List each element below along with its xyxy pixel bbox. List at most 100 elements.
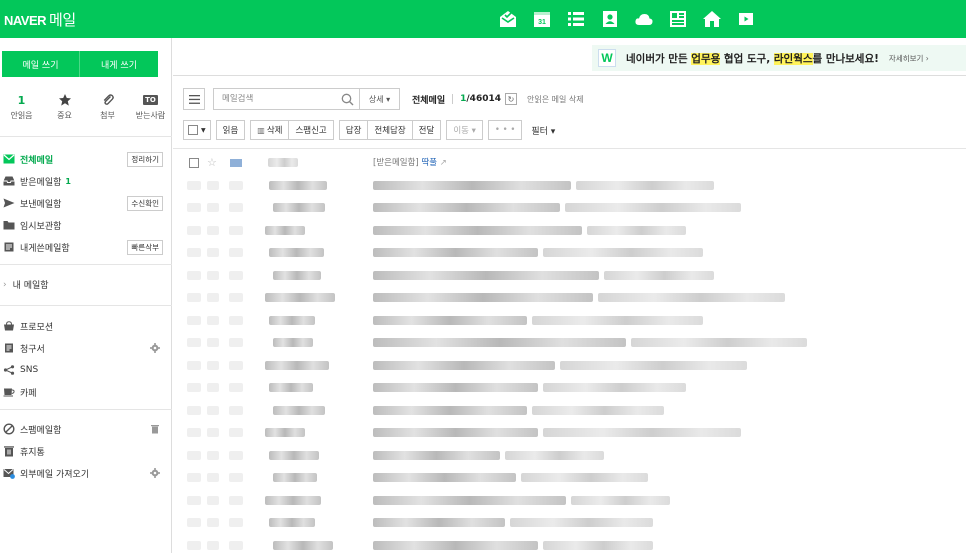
move-dropdown[interactable]: 이동 ▾: [446, 120, 483, 140]
mail-row[interactable]: [173, 422, 966, 444]
star-icon[interactable]: [207, 383, 219, 392]
reply-button[interactable]: 답장: [338, 120, 369, 140]
mail-row[interactable]: [173, 512, 966, 534]
mail-row[interactable]: [173, 377, 966, 399]
quick-unread[interactable]: 1 안읽음: [0, 92, 43, 121]
folder-spam[interactable]: 스팸메일함: [0, 418, 172, 440]
star-icon[interactable]: [207, 360, 219, 370]
folder-drafts[interactable]: 임시보관함: [0, 214, 172, 236]
mail-subject[interactable]: [373, 180, 571, 190]
star-icon[interactable]: [207, 405, 219, 415]
mail-subject[interactable]: [373, 405, 527, 415]
mail-subject[interactable]: [373, 315, 527, 325]
promo-more-link[interactable]: 자세히보기 ›: [889, 53, 929, 64]
naver-mail-logo[interactable]: NAVER 메일: [4, 9, 76, 30]
mark-read-button[interactable]: 읽음: [215, 120, 246, 140]
search-detail-dropdown[interactable]: 상세 ▾: [360, 88, 400, 110]
row-checkbox[interactable]: [187, 360, 201, 370]
mail-row[interactable]: ☆ [받은메일함] 딱풀 ↗: [173, 152, 966, 174]
folder-self[interactable]: 내게쓴메일함 빠른삭부: [0, 236, 172, 258]
star-icon[interactable]: [207, 428, 219, 437]
calendar-app-icon[interactable]: 31: [530, 8, 554, 30]
row-checkbox[interactable]: [189, 158, 199, 168]
row-checkbox[interactable]: [187, 473, 201, 482]
mail-row[interactable]: [173, 332, 966, 354]
row-checkbox[interactable]: [187, 428, 201, 437]
search-input[interactable]: [222, 94, 340, 104]
mail-subject[interactable]: [373, 225, 582, 235]
todo-app-icon[interactable]: [564, 8, 588, 30]
folder-cafe[interactable]: 카페: [0, 381, 172, 403]
mail-row[interactable]: [173, 535, 966, 557]
select-all-checkbox[interactable]: ▼: [183, 120, 211, 140]
mail-row[interactable]: [173, 310, 966, 332]
gear-icon[interactable]: [150, 468, 160, 478]
mail-row[interactable]: [173, 197, 966, 219]
row-checkbox[interactable]: [187, 518, 201, 527]
mail-subject[interactable]: [373, 540, 538, 550]
my-mailbox-toggle[interactable]: › 내 메일함: [3, 278, 49, 292]
mail-row[interactable]: [173, 175, 966, 197]
home-app-icon[interactable]: [700, 8, 724, 30]
star-icon[interactable]: [207, 248, 219, 257]
row-checkbox[interactable]: [187, 270, 201, 280]
mail-subject[interactable]: [373, 495, 566, 505]
write-to-self-button[interactable]: 내게 쓰기: [80, 51, 158, 77]
row-checkbox[interactable]: [187, 248, 201, 257]
promo-banner[interactable]: W 네이버가 만든 업무용 협업 도구, 라인웍스를 만나보세요! 자세히보기 …: [592, 45, 966, 71]
row-checkbox[interactable]: [187, 315, 201, 325]
mail-subject[interactable]: [받은메일함] 딱풀 ↗: [373, 156, 447, 168]
folder-bills[interactable]: 청구서: [0, 337, 172, 359]
row-checkbox[interactable]: [187, 203, 201, 212]
row-checkbox[interactable]: [187, 383, 201, 392]
row-checkbox[interactable]: [187, 495, 201, 505]
mail-subject[interactable]: [373, 248, 538, 257]
star-icon[interactable]: [207, 203, 219, 212]
write-mail-button[interactable]: 메일 쓰기: [2, 51, 80, 77]
row-checkbox[interactable]: [187, 450, 201, 460]
quick-important[interactable]: 중요: [43, 92, 86, 121]
mail-subject[interactable]: [373, 360, 555, 370]
mail-row[interactable]: [173, 220, 966, 242]
star-icon[interactable]: ☆: [207, 156, 217, 169]
note-app-icon[interactable]: [666, 8, 690, 30]
row-checkbox[interactable]: [187, 338, 201, 347]
search-icon[interactable]: [341, 93, 354, 106]
row-checkbox[interactable]: [187, 540, 201, 550]
gear-icon[interactable]: [150, 343, 160, 353]
quick-attachment[interactable]: 첨부: [86, 92, 129, 121]
star-icon[interactable]: [207, 540, 219, 550]
row-checkbox[interactable]: [187, 225, 201, 235]
mail-subject[interactable]: [373, 473, 516, 482]
row-checkbox[interactable]: [187, 405, 201, 415]
quick-to-me[interactable]: TO 받는사람: [129, 92, 172, 121]
trash-icon[interactable]: [150, 424, 160, 434]
tv-app-icon[interactable]: [734, 8, 758, 30]
star-icon[interactable]: [207, 473, 219, 482]
reply-all-button[interactable]: 전체답장: [367, 120, 413, 140]
mail-subject[interactable]: [373, 338, 626, 347]
mail-row[interactable]: [173, 400, 966, 422]
mail-subject[interactable]: [373, 450, 500, 460]
filter-dropdown[interactable]: 필터 ▾: [531, 124, 555, 137]
folder-promotion[interactable]: 프로모션: [0, 315, 172, 337]
folder-external[interactable]: 외부메일 가져오기: [0, 462, 172, 484]
star-icon[interactable]: [207, 225, 219, 235]
mail-row[interactable]: [173, 445, 966, 467]
row-checkbox[interactable]: [187, 180, 201, 190]
star-icon[interactable]: [207, 180, 219, 190]
folder-sent[interactable]: 보낸메일함 수신확인: [0, 192, 172, 214]
mail-row[interactable]: [173, 490, 966, 512]
star-icon[interactable]: [207, 315, 219, 325]
refresh-icon[interactable]: ↻: [505, 93, 517, 105]
mail-subject[interactable]: [373, 518, 505, 527]
read-receipt-button[interactable]: 수신확인: [127, 196, 163, 211]
delete-unread-link[interactable]: 안읽은 메일 삭제: [527, 94, 584, 105]
mail-row[interactable]: [173, 287, 966, 309]
folder-sns[interactable]: SNS: [0, 359, 172, 381]
mail-subject[interactable]: [373, 293, 593, 302]
mail-row[interactable]: [173, 265, 966, 287]
mail-subject[interactable]: [373, 383, 538, 392]
quick-action-button[interactable]: 빠른삭부: [127, 240, 163, 255]
star-icon[interactable]: [207, 450, 219, 460]
